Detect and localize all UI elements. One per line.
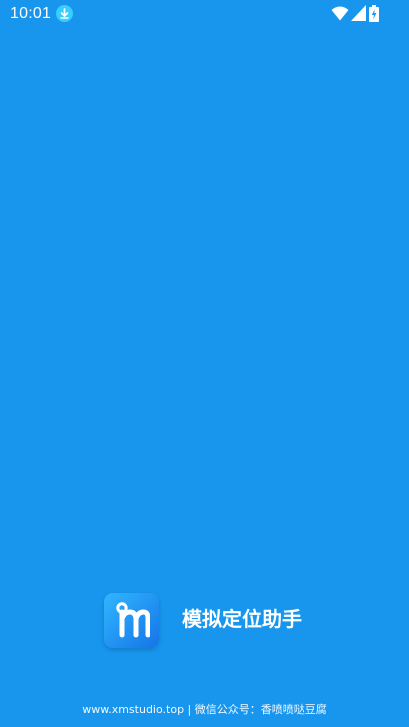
app-name: 模拟定位助手 (182, 607, 302, 631)
status-time: 10:01 (10, 5, 52, 22)
splash-screen: 10:01 模拟定位助手 www.xmstudio.top | 微信公众号：香喷… (0, 0, 409, 727)
app-brand: 模拟定位助手 (104, 593, 334, 649)
status-bar: 10:01 (0, 0, 409, 28)
footer-credit: www.xmstudio.top | 微信公众号：香喷喷哒豆腐 (82, 703, 327, 716)
app-logo-m-pin-icon (104, 593, 159, 648)
battery-icon (369, 5, 379, 22)
wifi-icon (331, 6, 349, 21)
download-icon (56, 5, 73, 22)
status-right-icons (331, 4, 379, 22)
signal-icon (351, 5, 366, 21)
